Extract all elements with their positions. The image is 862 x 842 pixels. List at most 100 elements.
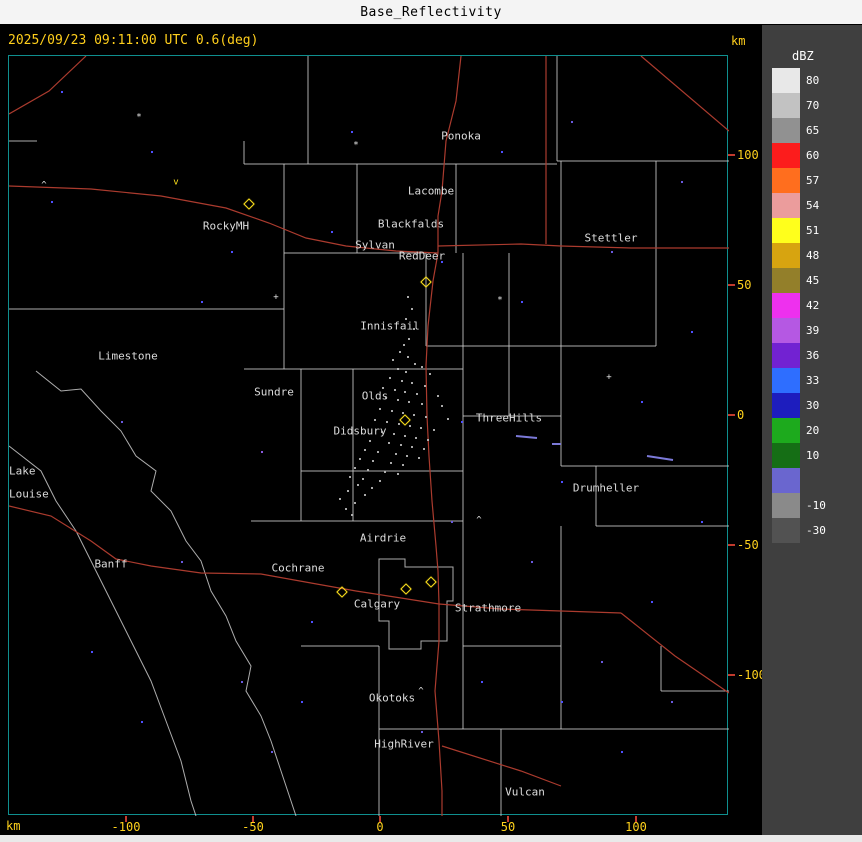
legend-panel: dBZ 80706560575451484542393633302010-10-… — [762, 25, 862, 835]
city-label-blackfalds: Blackfalds — [378, 218, 444, 231]
reflectivity-echo-dot — [393, 433, 395, 435]
city-label-okotoks: Okotoks — [369, 692, 415, 705]
city-label-calgary: Calgary — [354, 598, 400, 611]
reflectivity-echo-dot — [379, 408, 381, 410]
radar-station-marker — [425, 576, 436, 587]
reflectivity-echo-dot — [362, 478, 364, 480]
radar-station-marker — [336, 586, 347, 597]
right-axis-tick-label: 100 — [737, 148, 759, 162]
reflectivity-echo-dot — [401, 380, 403, 382]
right-axis-tick — [728, 284, 735, 286]
city-label-ponoka: Ponoka — [441, 130, 481, 143]
legend-value-label: 70 — [806, 93, 819, 118]
noise-speckle — [481, 681, 483, 683]
reflectivity-echo-dot — [349, 476, 351, 478]
noise-speckle — [691, 331, 693, 333]
reflectivity-echo-dot — [407, 296, 409, 298]
noise-speckle — [601, 661, 603, 663]
right-axis-tick — [728, 414, 735, 416]
legend-value-label: -30 — [806, 518, 826, 543]
reflectivity-echo-dot — [404, 435, 406, 437]
map-point-marker: ^ — [418, 688, 423, 697]
city-label-reddeer: RedDeer — [399, 250, 445, 263]
window-title: Base_Reflectivity — [360, 5, 502, 20]
legend-color-cell — [772, 393, 800, 418]
noise-speckle — [611, 251, 613, 253]
legend-color-cell — [772, 518, 800, 543]
reflectivity-echo-dot — [408, 338, 410, 340]
reflectivity-echo-dot — [364, 449, 366, 451]
city-label-louise: Louise — [9, 488, 49, 501]
reflectivity-echo-dot — [384, 471, 386, 473]
reflectivity-echo-dot — [413, 328, 415, 330]
reflectivity-echo-dot — [411, 446, 413, 448]
noise-speckle — [681, 181, 683, 183]
right-axis-tick-label: -50 — [737, 538, 759, 552]
noise-speckle — [531, 561, 533, 563]
radar-station-marker — [243, 198, 254, 209]
scan-timestamp: 2025/09/23 09:11:00 UTC 0.6(deg) — [8, 33, 258, 48]
legend-title: dBZ — [792, 49, 814, 63]
noise-speckle — [441, 261, 443, 263]
noise-speckle — [271, 751, 273, 753]
reflectivity-echo-dot — [385, 397, 387, 399]
reflectivity-echo-dot — [416, 393, 418, 395]
noise-speckle — [331, 231, 333, 233]
legend-color-cell — [772, 143, 800, 168]
noise-speckle — [421, 731, 423, 733]
reflectivity-echo-dot — [398, 423, 400, 425]
bottom-axis-tick-label: 100 — [625, 820, 647, 834]
radar-map-display[interactable]: PonokaLacombeBlackfaldsSylvanRedDeerStet… — [8, 55, 728, 815]
reflectivity-echo-dot — [421, 366, 423, 368]
noise-speckle — [621, 751, 623, 753]
noise-speckle — [301, 701, 303, 703]
reflectivity-echo-dot — [351, 514, 353, 516]
reflectivity-echo-dot — [429, 373, 431, 375]
legend-color-cell — [772, 468, 800, 493]
legend-value-label: 60 — [806, 143, 819, 168]
legend-value-label: 33 — [806, 368, 819, 393]
noise-speckle — [651, 601, 653, 603]
reflectivity-echo-dot — [405, 371, 407, 373]
right-axis-tick — [728, 544, 735, 546]
reflectivity-echo-dot — [400, 444, 402, 446]
city-label-threehills: ThreeHills — [476, 412, 542, 425]
reflectivity-echo-dot — [390, 462, 392, 464]
noise-speckle — [351, 131, 353, 133]
reflectivity-echo-dot — [409, 425, 411, 427]
city-label-limestone: Limestone — [98, 350, 158, 363]
city-label-sylvan: Sylvan — [355, 239, 395, 252]
noise-speckle — [241, 681, 243, 683]
legend-value-label: 20 — [806, 418, 819, 443]
city-label-vulcan: Vulcan — [505, 786, 545, 799]
noise-speckle — [501, 151, 503, 153]
city-label-strathmore: Strathmore — [455, 602, 521, 615]
noise-speckle — [521, 301, 523, 303]
bottom-axis-unit-label: km — [6, 819, 20, 833]
reflectivity-echo-dot — [367, 469, 369, 471]
reflectivity-echo-dot — [399, 351, 401, 353]
reflectivity-echo-dot — [408, 401, 410, 403]
noise-speckle — [231, 251, 233, 253]
noise-speckle — [561, 701, 563, 703]
reflectivity-echo-dot — [407, 356, 409, 358]
city-label-highriver: HighRiver — [374, 738, 434, 751]
bottom-scrollbar-strip — [0, 835, 862, 842]
noise-speckle — [701, 521, 703, 523]
reflectivity-echo-dot — [420, 427, 422, 429]
right-axis-tick-label: 50 — [737, 278, 751, 292]
reflectivity-echo-dot — [389, 377, 391, 379]
noise-speckle — [461, 421, 463, 423]
reflectivity-echo-dot — [425, 416, 427, 418]
map-label-layer: PonokaLacombeBlackfaldsSylvanRedDeerStet… — [9, 56, 729, 816]
reflectivity-echo-dot — [421, 403, 423, 405]
reflectivity-echo-dot — [415, 437, 417, 439]
legend-value-label: 36 — [806, 343, 819, 368]
noise-speckle — [151, 151, 153, 153]
noise-speckle — [451, 521, 453, 523]
map-point-marker: + — [606, 374, 611, 383]
city-label-lacombe: Lacombe — [408, 185, 454, 198]
city-label-rockymh: RockyMH — [203, 220, 249, 233]
reflectivity-echo-dot — [397, 473, 399, 475]
legend-value-label: 57 — [806, 168, 819, 193]
